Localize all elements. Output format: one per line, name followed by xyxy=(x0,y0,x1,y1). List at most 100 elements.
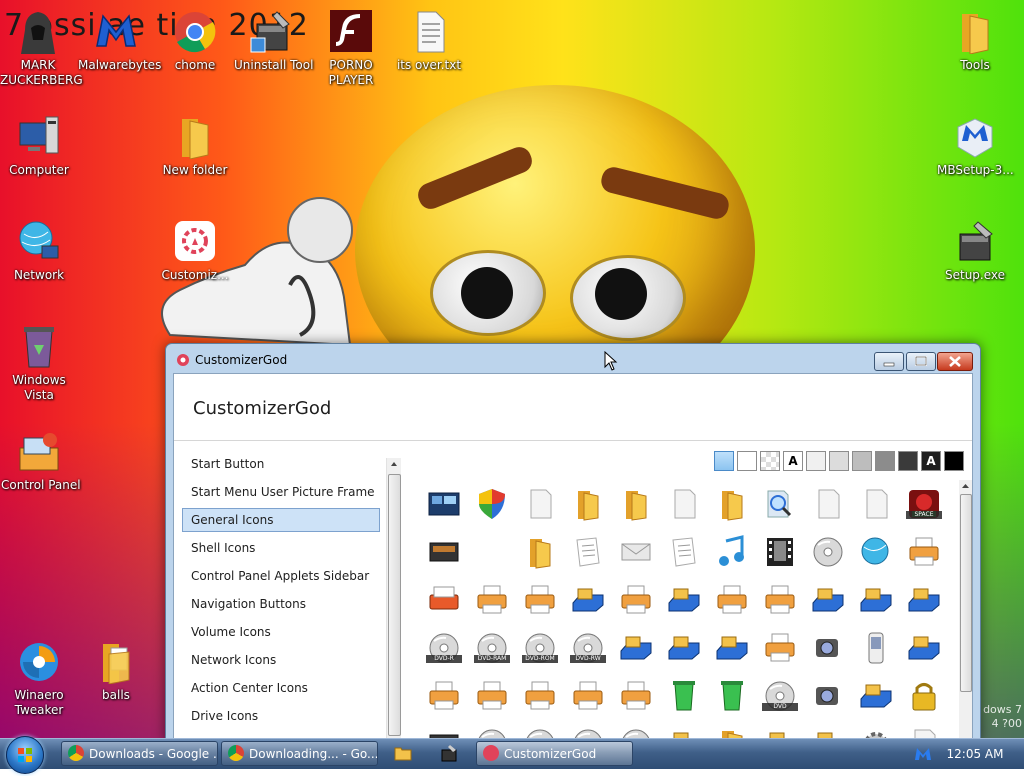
folder-icon[interactable] xyxy=(570,487,606,521)
printer-icon[interactable] xyxy=(522,583,558,617)
camera-icon[interactable] xyxy=(810,631,846,665)
recycle-bin-icon[interactable] xyxy=(714,679,750,713)
phone-icon[interactable] xyxy=(858,631,894,665)
desktop-icon-mbsetup[interactable]: MBSetup-3... xyxy=(937,115,1014,178)
drive-icon[interactable] xyxy=(906,583,942,617)
swatch-dark-text[interactable]: A xyxy=(921,451,941,471)
nav-item-shell-icons[interactable]: Shell Icons xyxy=(182,536,380,560)
folder-icon[interactable] xyxy=(714,487,750,521)
music-icon[interactable] xyxy=(714,535,750,569)
start-button[interactable] xyxy=(6,736,44,774)
desktop-icon-balls[interactable]: balls xyxy=(78,640,154,703)
lock-icon[interactable] xyxy=(906,679,942,713)
game-icon[interactable]: SPACE xyxy=(906,487,942,521)
paper-icon[interactable] xyxy=(522,487,558,521)
drive-icon[interactable] xyxy=(858,583,894,617)
swatch-transparent[interactable] xyxy=(760,451,780,471)
nav-item-network-icons[interactable]: Network Icons xyxy=(182,648,380,672)
scroll-up-arrow-icon[interactable] xyxy=(387,458,401,470)
nav-item-action-center-icons[interactable]: Action Center Icons xyxy=(182,676,380,700)
swatch-white-text[interactable]: A xyxy=(783,451,803,471)
desktop-icon-computer[interactable]: Computer xyxy=(1,115,77,178)
desktop-icon-control-panel[interactable]: Control Panel xyxy=(1,430,81,493)
folder-icon[interactable] xyxy=(618,487,654,521)
swatch-gray-3[interactable] xyxy=(875,451,895,471)
drive-icon[interactable] xyxy=(858,679,894,713)
paper-icon[interactable] xyxy=(858,487,894,521)
desktop-icon-winaero-tweaker[interactable]: Winaero Tweaker xyxy=(1,640,77,718)
desktop-icon-windows-vista[interactable]: Windows Vista xyxy=(1,325,77,403)
printer-icon[interactable] xyxy=(618,679,654,713)
disc-icon[interactable]: DVD-RW xyxy=(570,631,606,665)
desktop-icon-new-folder[interactable]: New folder xyxy=(157,115,233,178)
taskbar-item-downloading[interactable]: Downloading... - Go... xyxy=(221,741,378,766)
printer-icon[interactable] xyxy=(906,535,942,569)
swatch-dark-gray[interactable] xyxy=(898,451,918,471)
paper-icon[interactable] xyxy=(666,487,702,521)
desktop-icon-setup-exe[interactable]: Setup.exe xyxy=(937,220,1013,283)
printer-icon[interactable] xyxy=(570,679,606,713)
recycle-bin-icon[interactable] xyxy=(666,679,702,713)
desktop-icon-customizergod[interactable]: Customiz... xyxy=(157,220,233,283)
nav-item-control-panel-applets-sidebar[interactable]: Control Panel Applets Sidebar xyxy=(182,564,380,588)
disc-icon[interactable]: DVD xyxy=(762,679,798,713)
printer-icon[interactable] xyxy=(618,583,654,617)
swatch-light-gray[interactable] xyxy=(806,451,826,471)
category-list-scrollbar[interactable] xyxy=(386,458,401,742)
document-icon[interactable] xyxy=(666,535,702,569)
swatch-light-blue[interactable] xyxy=(714,451,734,471)
drive-icon[interactable] xyxy=(906,631,942,665)
icon-grid-scrollbar[interactable] xyxy=(959,480,972,742)
desktop-icon-malwarebytes[interactable]: Malwarebytes xyxy=(78,10,161,73)
document-icon[interactable] xyxy=(570,535,606,569)
taskbar-item-customizergod[interactable]: CustomizerGod xyxy=(476,741,633,766)
nav-item-navigation-buttons[interactable]: Navigation Buttons xyxy=(182,592,380,616)
desktop-icon-tools[interactable]: Tools xyxy=(937,10,1013,73)
desktop-icon-uninstall-tool[interactable]: Uninstall Tool xyxy=(234,10,313,73)
film-icon[interactable] xyxy=(762,535,798,569)
paper-icon[interactable] xyxy=(810,487,846,521)
drive-icon[interactable] xyxy=(666,583,702,617)
swatch-black[interactable] xyxy=(944,451,964,471)
disc-icon[interactable]: DVD-R xyxy=(426,631,462,665)
envelope-icon[interactable] xyxy=(618,535,654,569)
folder-icon[interactable] xyxy=(522,535,558,569)
scroll-up-arrow-icon[interactable] xyxy=(959,480,972,492)
malwarebytes-tray-icon[interactable] xyxy=(914,745,932,763)
window-titlebar[interactable]: CustomizerGod xyxy=(176,350,287,370)
drive-icon[interactable] xyxy=(666,631,702,665)
nav-item-drive-icons[interactable]: Drive Icons xyxy=(182,704,380,728)
taskbar-item-downloads[interactable]: Downloads - Google ... xyxy=(61,741,218,766)
nav-item-general-icons[interactable]: General Icons xyxy=(182,508,380,532)
shield-icon[interactable] xyxy=(474,487,510,521)
minimize-button[interactable] xyxy=(874,352,904,371)
scrollbar-thumb[interactable] xyxy=(388,474,401,736)
disc-icon[interactable]: DVD-ROM xyxy=(522,631,558,665)
nav-item-start-button[interactable]: Start Button xyxy=(182,452,380,476)
desktop-icon-its-over-txt[interactable]: its over.txt xyxy=(391,10,467,73)
explorer-folder-icon[interactable] xyxy=(394,744,412,762)
desktop-icon-network[interactable]: Network xyxy=(1,220,77,283)
nav-item-volume-icons[interactable]: Volume Icons xyxy=(182,620,380,644)
scanner-icon[interactable] xyxy=(426,583,462,617)
desktop-icon-chome[interactable]: chome xyxy=(157,10,233,73)
installer-icon[interactable] xyxy=(440,744,458,762)
desktop-icon-porno-player[interactable]: PORNO PLAYER xyxy=(313,10,389,88)
drive-icon[interactable] xyxy=(570,583,606,617)
magnifier-icon[interactable] xyxy=(762,487,798,521)
drive-icon[interactable] xyxy=(714,631,750,665)
swatch-gray-2[interactable] xyxy=(852,451,872,471)
category-list[interactable]: Start Button Start Menu User Picture Fra… xyxy=(182,452,384,742)
printer-icon[interactable] xyxy=(474,679,510,713)
nav-item-start-menu-user-picture-frame[interactable]: Start Menu User Picture Frame xyxy=(182,480,380,504)
scrollbar-thumb[interactable] xyxy=(960,494,972,692)
disc-icon[interactable]: DVD-RAM xyxy=(474,631,510,665)
taskbar-clock[interactable]: 12:05 AM xyxy=(940,739,1010,769)
globe-icon[interactable] xyxy=(858,535,894,569)
swatch-gray-1[interactable] xyxy=(829,451,849,471)
drive-icon[interactable] xyxy=(618,631,654,665)
desktop-icon-mark-zuckerberg[interactable]: MARK ZUCKERBERG xyxy=(0,10,83,88)
disc-icon[interactable] xyxy=(810,535,846,569)
swatch-white[interactable] xyxy=(737,451,757,471)
printer-icon[interactable] xyxy=(714,583,750,617)
